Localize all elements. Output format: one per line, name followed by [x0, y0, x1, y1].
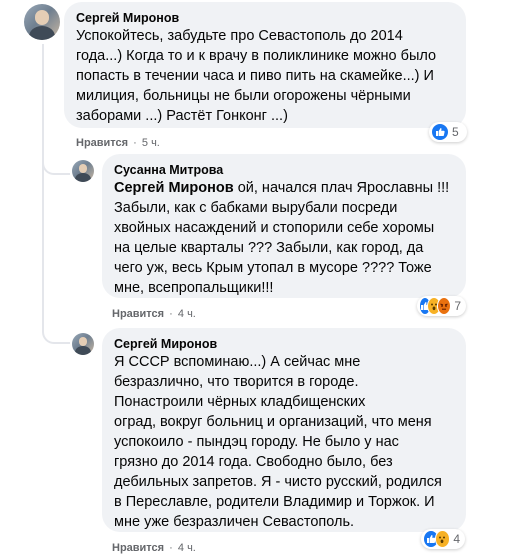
comment-actions: Нравится · 5 ч.: [76, 136, 160, 150]
separator: ·: [133, 137, 137, 149]
thread-line: [42, 44, 44, 330]
avatar[interactable]: [72, 160, 94, 182]
comment-text: Сергей Миронов ой, начался плач Ярославн…: [114, 178, 454, 198]
thread-connector: [42, 145, 70, 175]
reaction-count: 5: [452, 125, 459, 139]
comment-author[interactable]: Сусанна Митрова: [114, 162, 454, 178]
separator: ·: [169, 542, 173, 554]
wow-icon: [434, 530, 451, 548]
comment-bubble: Сергей Миронов Успокойтесь, забудьте про…: [64, 2, 466, 128]
comment-actions: Нравится · 4 ч.: [112, 541, 196, 555]
reaction-count: 7: [454, 299, 461, 313]
comment-author[interactable]: Сергей Миронов: [76, 10, 454, 26]
comment-time[interactable]: 4 ч.: [178, 542, 196, 554]
comment-text-first-line: ой, начался плач Ярославны !!!: [233, 180, 450, 196]
like-button[interactable]: Нравится: [112, 542, 164, 554]
reactions-summary[interactable]: 7: [417, 296, 466, 316]
reactions-summary[interactable]: 5: [429, 122, 467, 142]
thread-connector: [42, 310, 70, 344]
comment-actions: Нравится · 4 ч.: [112, 307, 196, 321]
comment-thread: Сергей Миронов Успокойтесь, забудьте про…: [0, 0, 506, 559]
comment-text: Успокойтесь, забудьте про Севастополь до…: [76, 28, 437, 124]
reaction-count: 4: [453, 532, 460, 546]
comment-bubble: Сергей Миронов Я СССР вспоминаю...) А се…: [102, 328, 466, 532]
reactions-summary[interactable]: 4: [421, 529, 465, 549]
comment-author[interactable]: Сергей Миронов: [114, 336, 454, 352]
comment-time[interactable]: 4 ч.: [178, 308, 196, 320]
like-button[interactable]: Нравится: [112, 308, 164, 320]
comment-bubble: Сусанна Митрова Сергей Миронов ой, начал…: [102, 154, 466, 298]
like-button[interactable]: Нравится: [76, 137, 128, 149]
separator: ·: [169, 308, 173, 320]
comment-text: Я СССР вспоминаю...) А сейчас мне безраз…: [114, 354, 442, 530]
comment-text: Забыли, как с бабками вырубали посреди х…: [114, 200, 435, 296]
angry-icon: [437, 297, 452, 315]
comment-time[interactable]: 5 ч.: [142, 137, 160, 149]
avatar[interactable]: [24, 4, 60, 40]
like-icon: [431, 123, 449, 141]
avatar[interactable]: [72, 333, 94, 355]
mention-link[interactable]: Сергей Миронов: [114, 180, 234, 196]
